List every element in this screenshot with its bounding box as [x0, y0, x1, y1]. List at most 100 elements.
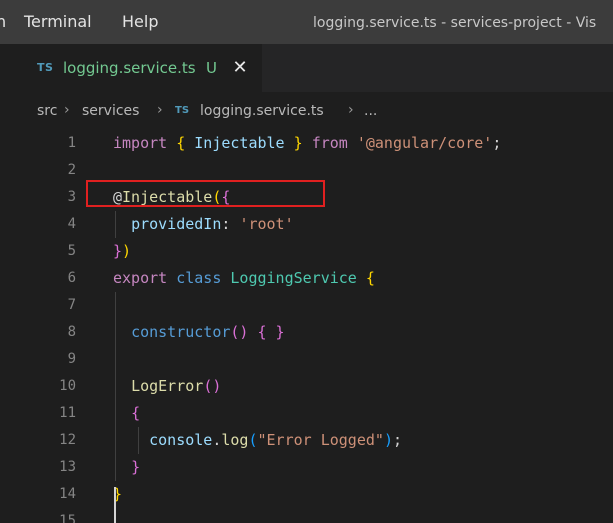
line-number: 11: [59, 405, 76, 421]
code-token: ): [122, 242, 132, 260]
code-token: import: [113, 134, 168, 152]
code-token: {: [365, 269, 375, 287]
title-bar: n Terminal Help logging.service.ts - ser…: [0, 0, 613, 44]
line-number: 5: [67, 243, 76, 259]
breadcrumb-item-file[interactable]: logging.service.ts: [200, 103, 324, 119]
breadcrumb-separator-icon: ›: [157, 102, 163, 118]
code-token: class: [176, 269, 222, 287]
code-token: }: [113, 242, 123, 260]
code-line[interactable]: 4 providedIn: 'root': [0, 211, 613, 238]
code-text: }): [113, 241, 131, 261]
breadcrumb-item-symbols[interactable]: ...: [364, 103, 377, 119]
breadcrumb-separator-icon: ›: [348, 102, 354, 118]
code-token: 'root': [239, 215, 294, 233]
line-number: 12: [59, 432, 76, 448]
window-title: logging.service.ts - services-project - …: [313, 15, 597, 31]
typescript-file-icon: TS: [37, 61, 54, 74]
code-token: constructor: [131, 323, 231, 341]
code-token: }: [131, 458, 141, 476]
line-number: 6: [67, 270, 76, 286]
line-number: 9: [67, 351, 76, 367]
code-line[interactable]: 10 LogError(): [0, 373, 613, 400]
code-token: {: [176, 134, 186, 152]
tab-filename: logging.service.ts: [63, 59, 196, 77]
breadcrumb-item-src[interactable]: src: [37, 103, 57, 119]
highlight-annotation-box: [86, 180, 325, 207]
code-token: LoggingService: [230, 269, 357, 287]
code-token: ;: [392, 431, 402, 449]
close-tab-icon[interactable]: ✕: [230, 58, 250, 78]
code-text: LogError(): [113, 376, 221, 396]
code-token: LogError: [131, 377, 204, 395]
code-line[interactable]: 11 {: [0, 400, 613, 427]
typescript-file-icon: TS: [175, 105, 190, 116]
line-number: 15: [59, 513, 76, 523]
code-text: console.log("Error Logged");: [113, 430, 402, 450]
menu-item-clipped[interactable]: n: [0, 13, 6, 31]
code-token: from: [311, 134, 348, 152]
code-token: export: [113, 269, 168, 287]
line-number: 13: [59, 459, 76, 475]
menu-help[interactable]: Help: [122, 13, 158, 31]
code-token: (): [203, 377, 222, 395]
code-token: }: [293, 134, 303, 152]
code-line[interactable]: 15: [0, 508, 613, 523]
code-token: providedIn: [131, 215, 222, 233]
code-text: constructor() { }: [113, 322, 285, 342]
code-token: "Error Logged": [257, 431, 384, 449]
code-line[interactable]: 8 constructor() { }: [0, 319, 613, 346]
line-number: 1: [67, 135, 76, 151]
code-line[interactable]: 13 }: [0, 454, 613, 481]
code-text: providedIn: 'root': [113, 214, 294, 234]
untracked-status-badge: U: [206, 59, 217, 77]
breadcrumb: src › services › TS logging.service.ts ›…: [0, 92, 613, 128]
code-line[interactable]: 12 console.log("Error Logged");: [0, 427, 613, 454]
line-number: 3: [67, 189, 76, 205]
code-line[interactable]: 7: [0, 292, 613, 319]
code-token: '@angular/core': [356, 134, 493, 152]
menu-terminal[interactable]: Terminal: [24, 13, 92, 31]
code-token: (: [248, 431, 258, 449]
line-number: 7: [67, 297, 76, 313]
code-token: (): [230, 323, 249, 341]
line-number: 8: [67, 324, 76, 340]
code-token: :: [221, 215, 240, 233]
code-token: console: [149, 431, 213, 449]
code-token: Injectable: [185, 134, 294, 152]
code-token: log: [221, 431, 249, 449]
code-token: { }: [257, 323, 285, 341]
text-cursor: [114, 487, 116, 523]
code-text: }: [113, 457, 140, 477]
code-token: {: [131, 404, 141, 422]
editor-tab-strip: TS logging.service.ts U ✕: [0, 44, 613, 92]
line-number: 14: [59, 486, 76, 502]
code-line[interactable]: 9: [0, 346, 613, 373]
code-line[interactable]: 1 import { Injectable } from '@angular/co…: [0, 130, 613, 157]
code-token: ): [383, 431, 393, 449]
tab-logging-service[interactable]: TS logging.service.ts U ✕: [0, 44, 262, 92]
breadcrumb-separator-icon: ›: [64, 102, 70, 118]
code-line[interactable]: 6 export class LoggingService {: [0, 265, 613, 292]
code-token: ;: [492, 134, 502, 152]
code-text: export class LoggingService {: [113, 268, 375, 288]
code-text: import { Injectable } from '@angular/cor…: [113, 133, 501, 153]
code-line[interactable]: 5}): [0, 238, 613, 265]
line-number: 4: [67, 216, 76, 232]
code-text: {: [113, 403, 140, 423]
line-number: 10: [59, 378, 76, 394]
code-line[interactable]: 14}: [0, 481, 613, 508]
breadcrumb-item-services[interactable]: services: [82, 103, 139, 119]
line-number: 2: [67, 162, 76, 178]
